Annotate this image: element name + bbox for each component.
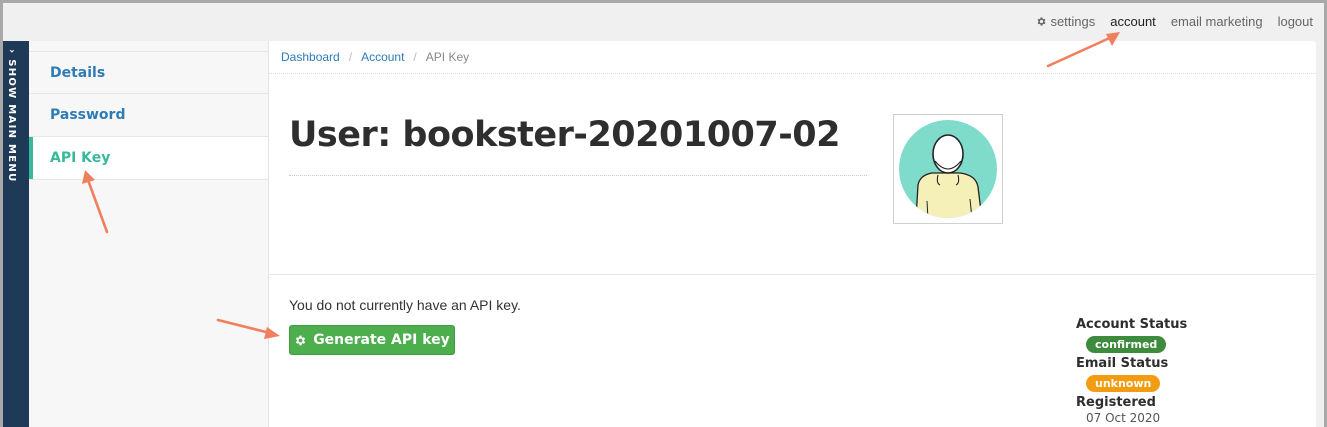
breadcrumb: Dashboard / Account / API Key — [281, 50, 469, 64]
settings-label: settings — [1050, 14, 1096, 29]
account-status-label: Account Status — [1076, 317, 1188, 332]
section-divider — [269, 274, 1316, 275]
settings-link[interactable]: settings — [1036, 14, 1095, 29]
breadcrumb-divider — [269, 73, 1316, 74]
email-marketing-link[interactable]: email marketing — [1171, 14, 1263, 29]
show-main-menu-label: › SHOW MAIN MENU — [6, 49, 17, 183]
breadcrumb-current: API Key — [425, 50, 470, 64]
account-link[interactable]: account — [1110, 14, 1156, 29]
subnav-item-details[interactable]: Details — [29, 51, 268, 94]
main-card: Details Password API Key Dashboard / Acc… — [29, 41, 1316, 427]
email-status-label: Email Status — [1076, 356, 1169, 371]
status-panel: Account Status confirmed Email Status un… — [1076, 317, 1236, 425]
generate-api-key-button[interactable]: Generate API key — [289, 325, 455, 355]
generate-api-key-label: Generate API key — [313, 332, 450, 348]
registered-label: Registered — [1076, 395, 1156, 410]
account-status-badge: confirmed — [1086, 336, 1167, 353]
email-status-badge: unknown — [1086, 375, 1161, 392]
page-title: User: bookster-20201007-02 — [289, 115, 841, 155]
user-avatar-icon — [899, 120, 997, 218]
gear-icon — [1038, 17, 1046, 26]
subnav-item-api-key[interactable]: API Key — [29, 137, 268, 180]
subnav-item-password[interactable]: Password — [29, 94, 268, 137]
account-subnav: Details Password API Key — [29, 41, 269, 427]
breadcrumb-separator: / — [413, 50, 417, 64]
breadcrumb-account[interactable]: Account — [361, 50, 404, 64]
gear-icon — [296, 335, 306, 345]
avatar — [893, 114, 1003, 224]
top-nav: settings account email marketing logout — [1036, 14, 1313, 29]
registered-date: 07 Oct 2020 — [1086, 411, 1161, 425]
title-divider — [289, 175, 867, 176]
breadcrumb-dashboard[interactable]: Dashboard — [281, 50, 340, 64]
show-main-menu-toggle[interactable]: › SHOW MAIN MENU — [3, 41, 29, 427]
api-key-message: You do not currently have an API key. — [289, 297, 521, 313]
logout-link[interactable]: logout — [1278, 14, 1313, 29]
breadcrumb-separator: / — [348, 50, 353, 64]
